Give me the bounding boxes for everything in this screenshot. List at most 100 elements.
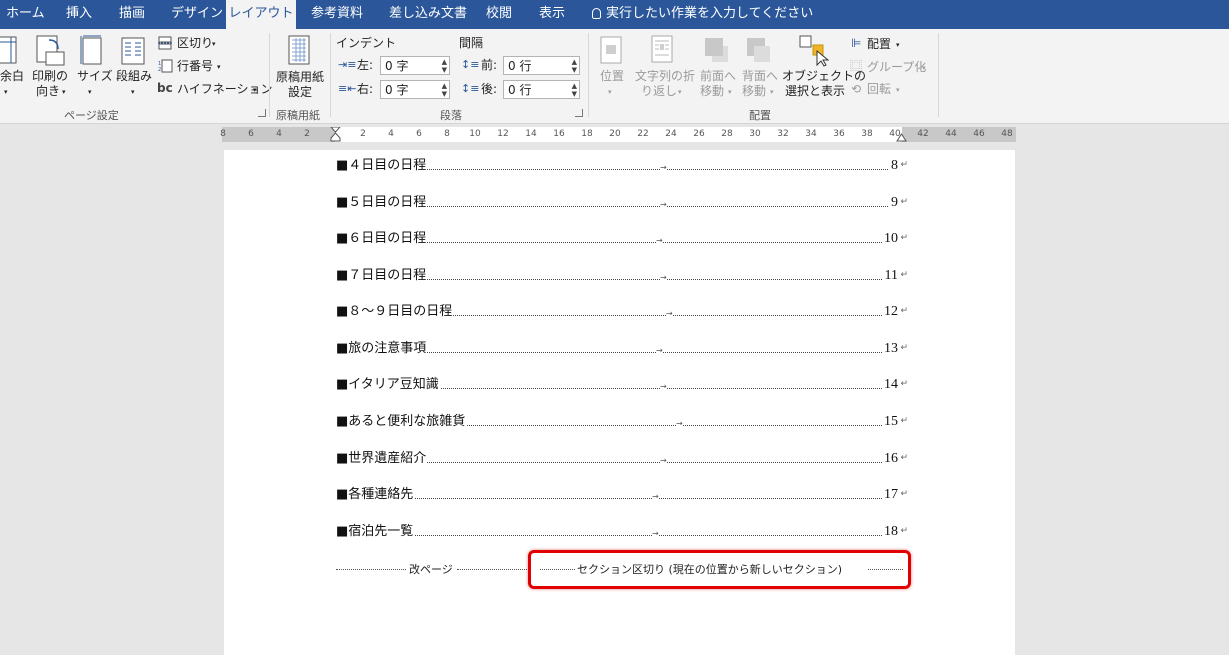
toc-entry[interactable]: ■旅の注意事項 → 13 ↵ bbox=[336, 340, 908, 358]
indent-header: インデント bbox=[336, 36, 397, 50]
spinner-arrows-icon[interactable]: ▲ ▼ bbox=[442, 58, 447, 74]
tab-references[interactable]: 参考資料 bbox=[311, 0, 363, 29]
send-backward-icon bbox=[747, 38, 770, 62]
bring-forward-label-1: 前面へ bbox=[700, 69, 737, 83]
toc-entry-page: 15 bbox=[882, 413, 898, 431]
ruler-number: 42 bbox=[917, 129, 929, 139]
toc-entry[interactable]: ■８～９日目の日程 → 12 ↵ bbox=[336, 303, 908, 321]
ruler-number: 48 bbox=[1001, 129, 1013, 139]
columns-label: 段組み bbox=[116, 69, 153, 83]
spinner-arrows-icon[interactable]: ▲ ▼ bbox=[572, 82, 577, 98]
page-setup-launcher-icon[interactable] bbox=[258, 109, 266, 117]
right-indent-marker-icon[interactable] bbox=[896, 133, 908, 142]
toc-entry[interactable]: ■６日目の日程 → 10 ↵ bbox=[336, 230, 908, 248]
first-line-indent-marker-icon[interactable] bbox=[330, 127, 342, 142]
paragraph-launcher-icon[interactable] bbox=[575, 109, 583, 117]
ruler-number: 44 bbox=[945, 129, 957, 139]
margins-label: 余白 bbox=[0, 69, 25, 83]
tab-view[interactable]: 表示 bbox=[539, 0, 565, 29]
spacing-after-stepper[interactable]: 0 行 ▲ ▼ bbox=[503, 80, 580, 99]
arrange-group-label: 配置 bbox=[749, 109, 771, 122]
ruler-number: 14 bbox=[525, 129, 537, 139]
paragraph-mark-icon: ↵ bbox=[900, 343, 908, 353]
toc-entry-title: ■世界遺産紹介 bbox=[336, 450, 428, 468]
toc-entry[interactable]: ■４日目の日程 → 8 ↵ bbox=[336, 157, 908, 175]
orientation-label-1: 印刷の bbox=[32, 69, 69, 83]
hyphenation-icon: bc bbox=[157, 81, 173, 95]
ruler-number: 30 bbox=[749, 129, 761, 139]
toc-entry[interactable]: ■あると便利な旅雑貨 → 15 ↵ bbox=[336, 413, 908, 431]
toc-entry-page: 10 bbox=[882, 230, 898, 248]
ruler-number: 2 bbox=[304, 129, 310, 139]
toc-entry[interactable]: ■５日目の日程 → 9 ↵ bbox=[336, 194, 908, 212]
paragraph-mark-icon: ↵ bbox=[900, 270, 908, 280]
toc-entry-page: 12 bbox=[882, 303, 898, 321]
toc-entry-title: ■イタリア豆知識 bbox=[336, 376, 440, 394]
indent-right-stepper[interactable]: 0 字 ▲ ▼ bbox=[380, 80, 450, 99]
tab-mark-icon: → bbox=[656, 346, 663, 356]
indent-left-stepper[interactable]: 0 字 ▲ ▼ bbox=[380, 56, 450, 75]
toc-entry-title: ■６日目の日程 bbox=[336, 230, 428, 248]
hyphenation-label: ハイフネーション bbox=[177, 82, 273, 96]
spacing-before-value: 0 行 bbox=[508, 59, 532, 73]
toc-entry-title: ■７日目の日程 bbox=[336, 267, 428, 285]
tab-layout[interactable]: レイアウト bbox=[226, 0, 296, 29]
columns-dropdown-icon: ▾ bbox=[131, 88, 135, 96]
toc-entry-title: ■あると便利な旅雑貨 bbox=[336, 413, 467, 431]
tell-me-search[interactable]: 実行したい作業を入力してください bbox=[592, 0, 813, 29]
spacing-before-stepper[interactable]: 0 行 ▲ ▼ bbox=[503, 56, 580, 75]
ruler-number: 32 bbox=[777, 129, 789, 139]
ruler-number: 22 bbox=[637, 129, 649, 139]
margins-icon bbox=[0, 36, 17, 64]
group-objects-label: グループ化 bbox=[867, 60, 927, 74]
tab-draw[interactable]: 描画 bbox=[119, 0, 145, 29]
ribbon: 余白 ▾ 印刷の 向き ▾ サイズ ▾ 段組み ▾ 区切り ▾ 12 行番号 ▾… bbox=[0, 29, 1229, 124]
ruler-number: 46 bbox=[973, 129, 985, 139]
group-divider bbox=[330, 33, 331, 117]
spinner-arrows-icon[interactable]: ▲ ▼ bbox=[572, 58, 577, 74]
line-numbers-dropdown-icon: ▾ bbox=[217, 63, 221, 71]
toc-entry-title: ■各種連絡先 bbox=[336, 486, 415, 504]
toc-entry-title: ■宿泊先一覧 bbox=[336, 523, 415, 541]
ruler-number: 8 bbox=[220, 129, 226, 139]
ruler-number: 2 bbox=[360, 129, 366, 139]
tab-mark-icon: → bbox=[656, 236, 663, 246]
group-divider bbox=[269, 33, 270, 117]
toc-entry[interactable]: ■世界遺産紹介 → 16 ↵ bbox=[336, 450, 908, 468]
tab-mark-icon: → bbox=[660, 163, 667, 173]
rotate-icon: ⟲ bbox=[851, 82, 862, 96]
tab-review[interactable]: 校閲 bbox=[486, 0, 512, 29]
columns-icon bbox=[121, 37, 145, 65]
size-dropdown-icon: ▾ bbox=[88, 88, 92, 96]
toc-entry[interactable]: ■宿泊先一覧 → 18 ↵ bbox=[336, 523, 908, 541]
tab-insert[interactable]: 挿入 bbox=[66, 0, 92, 29]
spacing-after-label: 後: bbox=[481, 82, 498, 96]
paragraph-mark-icon: ↵ bbox=[900, 416, 908, 426]
orientation-icon bbox=[36, 35, 65, 66]
ruler-number: 4 bbox=[276, 129, 282, 139]
ruler-number: 28 bbox=[721, 129, 733, 139]
tab-design[interactable]: デザイン bbox=[171, 0, 223, 29]
align-dropdown-icon: ▾ bbox=[896, 41, 900, 49]
toc-entry[interactable]: ■各種連絡先 → 17 ↵ bbox=[336, 486, 908, 504]
ruler-number: 26 bbox=[693, 129, 705, 139]
toc-entry-title: ■４日目の日程 bbox=[336, 157, 428, 175]
toc-entry-page: 11 bbox=[882, 267, 898, 285]
rotate-label: 回転 bbox=[867, 82, 892, 96]
toc-entry-title: ■８～９日目の日程 bbox=[336, 303, 454, 321]
manuscript-label-1: 原稿用紙 bbox=[276, 70, 325, 84]
bring-forward-icon bbox=[705, 38, 728, 62]
tab-mark-icon: → bbox=[676, 419, 683, 429]
toc-entry[interactable]: ■イタリア豆知識 → 14 ↵ bbox=[336, 376, 908, 394]
ruler-number: 34 bbox=[805, 129, 817, 139]
rotate-dropdown-icon: ▾ bbox=[896, 86, 900, 94]
paragraph-mark-icon: ↵ bbox=[900, 160, 908, 170]
tab-home[interactable]: ホーム bbox=[6, 0, 45, 29]
tab-mailings[interactable]: 差し込み文書 bbox=[389, 0, 467, 29]
horizontal-ruler[interactable]: 8 6 4 2 2 4 6 8 10 12 14 16 18 20 22 24 26 28 30 32 34 36 38 40… bbox=[220, 127, 1016, 142]
toc-entry[interactable]: ■７日目の日程 → 11 ↵ bbox=[336, 267, 908, 285]
ruler-number: 16 bbox=[553, 129, 565, 139]
tab-mark-icon: → bbox=[652, 529, 659, 539]
spinner-arrows-icon[interactable]: ▲ ▼ bbox=[442, 82, 447, 98]
svg-text:2: 2 bbox=[158, 67, 161, 73]
